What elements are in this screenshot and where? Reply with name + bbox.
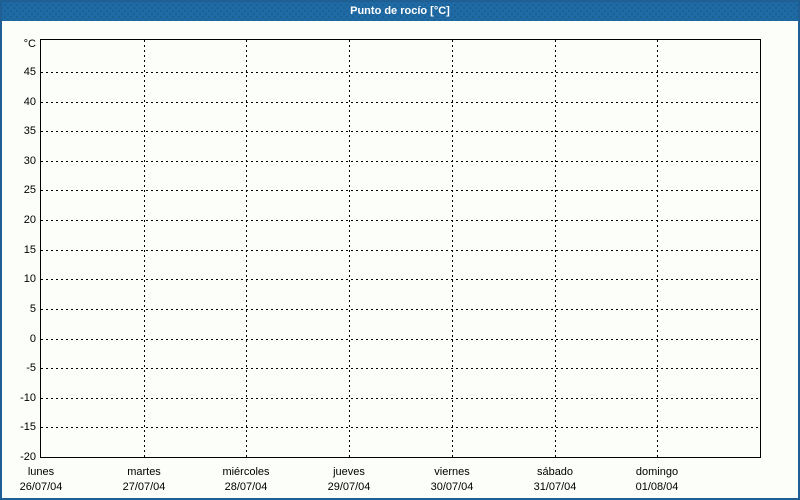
y-gridline [41,220,760,221]
y-tick-label: -10 [20,392,36,404]
x-tick-day-name: viernes [434,466,470,478]
y-tick-label: 15 [23,244,36,256]
y-tick-label: 5 [29,303,36,315]
x-tick-day-date: 30/07/04 [430,481,474,493]
x-tick-day-date: 31/07/04 [533,481,577,493]
x-tick-day-name: domingo [635,466,679,478]
x-tick-label: domingo 01/08/04 [605,465,709,495]
y-gridline [41,309,760,310]
y-tick-label: 25 [23,184,36,196]
y-gridline [41,161,760,162]
x-gridline [349,40,350,457]
y-tick-label: -5 [26,362,36,374]
x-tick-day-name: martes [127,466,161,478]
x-tick-label: miércoles 28/07/04 [194,465,298,495]
x-tick-day-date: 26/07/04 [19,481,63,493]
x-tick-label: jueves 29/07/04 [297,465,401,495]
titlebar: Punto de rocío [°C] [2,2,798,21]
y-gridline [41,72,760,73]
x-gridline [246,40,247,457]
x-gridline [555,40,556,457]
y-tick-label: 10 [23,273,36,285]
x-tick-day-date: 28/07/04 [224,481,268,493]
y-tick-label: 40 [23,96,36,108]
y-gridline [41,131,760,132]
y-gridline [41,102,760,103]
x-tick-day-date: 27/07/04 [122,481,166,493]
y-axis-unit-label: °C [23,38,36,50]
y-tick-label: 35 [23,125,36,137]
x-tick-label: martes 27/07/04 [92,465,196,495]
y-tick-label: 0 [29,333,36,345]
y-gridline [41,398,760,399]
y-gridline [41,279,760,280]
y-gridline [41,190,760,191]
chart-region: °C 45 40 35 30 25 20 15 10 5 0 -5 -10 -15 -20 lunes 26/… [2,21,798,498]
y-tick-label: 30 [23,155,36,167]
x-tick-day-name: sábado [536,466,574,478]
y-gridline [41,339,760,340]
x-gridline [657,40,658,457]
y-tick-label: -15 [20,421,36,433]
x-tick-day-name: miércoles [222,466,270,478]
chart-title: Punto de rocío [°C] [350,5,450,17]
x-tick-day-name: jueves [333,466,365,478]
x-tick-day-date: 29/07/04 [327,481,371,493]
y-gridline [41,368,760,369]
y-tick-label: 45 [23,66,36,78]
x-tick-label: lunes 26/07/04 [2,465,93,495]
chart-window: Punto de rocío [°C] °C 45 40 35 30 25 20 15 10 5… [0,0,800,500]
y-gridline [41,250,760,251]
y-tick-label: 20 [23,214,36,226]
x-gridline [452,40,453,457]
x-tick-label: viernes 30/07/04 [400,465,504,495]
y-tick-label: -20 [20,451,36,463]
x-tick-day-date: 01/08/04 [635,481,679,493]
x-tick-day-name: lunes [27,466,55,478]
x-gridline [144,40,145,457]
y-gridline [41,427,760,428]
x-tick-label: sábado 31/07/04 [503,465,607,495]
